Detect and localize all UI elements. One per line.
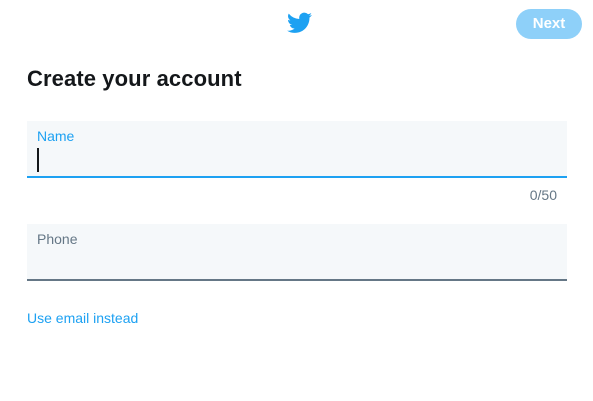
- name-input[interactable]: [37, 147, 552, 171]
- text-caret: [37, 148, 39, 172]
- phone-input[interactable]: [37, 250, 552, 274]
- next-button[interactable]: Next: [516, 9, 582, 39]
- name-field[interactable]: Name: [27, 121, 567, 178]
- modal-header: Next: [0, 0, 593, 50]
- phone-field[interactable]: Phone: [27, 224, 567, 281]
- name-field-label: Name: [37, 128, 75, 144]
- page-title: Create your account: [27, 66, 242, 91]
- use-email-instead-link[interactable]: Use email instead: [27, 310, 138, 326]
- phone-field-label: Phone: [37, 231, 78, 247]
- twitter-bird-icon: [287, 12, 312, 34]
- name-character-counter: 0/50: [529, 187, 557, 203]
